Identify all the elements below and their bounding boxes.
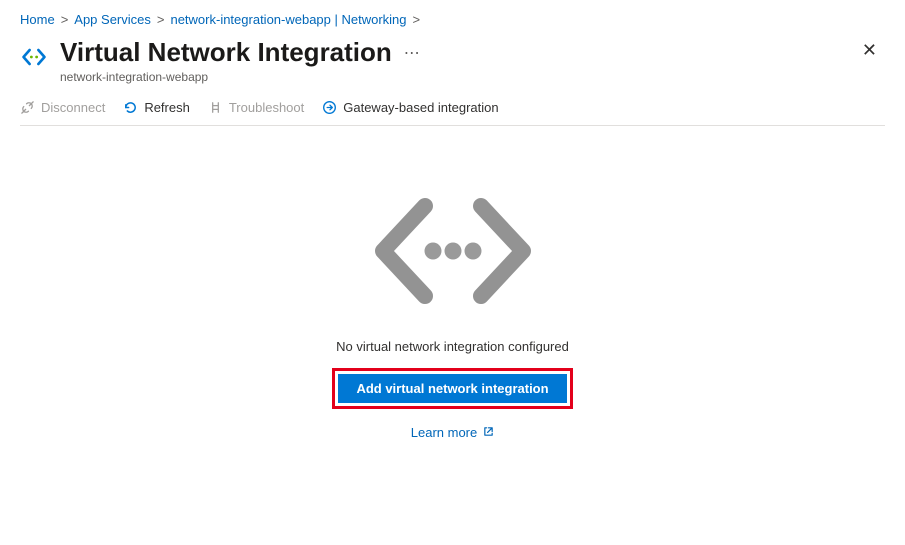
more-actions-button[interactable]: ⋯ (404, 43, 422, 63)
troubleshoot-label: Troubleshoot (229, 100, 304, 115)
gateway-integration-button[interactable]: Gateway-based integration (322, 100, 498, 115)
refresh-button[interactable]: Refresh (123, 100, 190, 115)
page-header: Virtual Network Integration ⋯ network-in… (20, 37, 885, 92)
command-bar: Disconnect Refresh Troubleshoot Gateway-… (20, 92, 885, 126)
vnet-illustration-icon (353, 181, 553, 321)
disconnect-icon (20, 100, 35, 115)
empty-state-message: No virtual network integration configure… (336, 339, 569, 354)
gateway-integration-label: Gateway-based integration (343, 100, 498, 115)
chevron-right-icon: > (61, 12, 69, 27)
page-title: Virtual Network Integration (60, 37, 392, 68)
breadcrumb: Home > App Services > network-integratio… (20, 8, 885, 37)
learn-more-label: Learn more (411, 425, 477, 440)
breadcrumb-app-services[interactable]: App Services (74, 12, 151, 27)
highlight-annotation: Add virtual network integration (332, 368, 572, 409)
breadcrumb-networking[interactable]: network-integration-webapp | Networking (170, 12, 406, 27)
external-link-icon (483, 425, 494, 440)
close-button[interactable]: ✕ (854, 37, 885, 63)
disconnect-label: Disconnect (41, 100, 105, 115)
empty-state: No virtual network integration configure… (20, 126, 885, 440)
troubleshoot-icon (208, 100, 223, 115)
breadcrumb-home[interactable]: Home (20, 12, 55, 27)
learn-more-link[interactable]: Learn more (411, 425, 494, 440)
refresh-icon (123, 100, 138, 115)
disconnect-button: Disconnect (20, 100, 105, 115)
arrow-right-circle-icon (322, 100, 337, 115)
chevron-right-icon: > (413, 12, 421, 27)
troubleshoot-button: Troubleshoot (208, 100, 304, 115)
add-vnet-integration-button[interactable]: Add virtual network integration (338, 374, 566, 403)
page-subtitle: network-integration-webapp (60, 70, 842, 84)
chevron-right-icon: > (157, 12, 165, 27)
refresh-label: Refresh (144, 100, 190, 115)
vnet-integration-icon (20, 43, 48, 71)
